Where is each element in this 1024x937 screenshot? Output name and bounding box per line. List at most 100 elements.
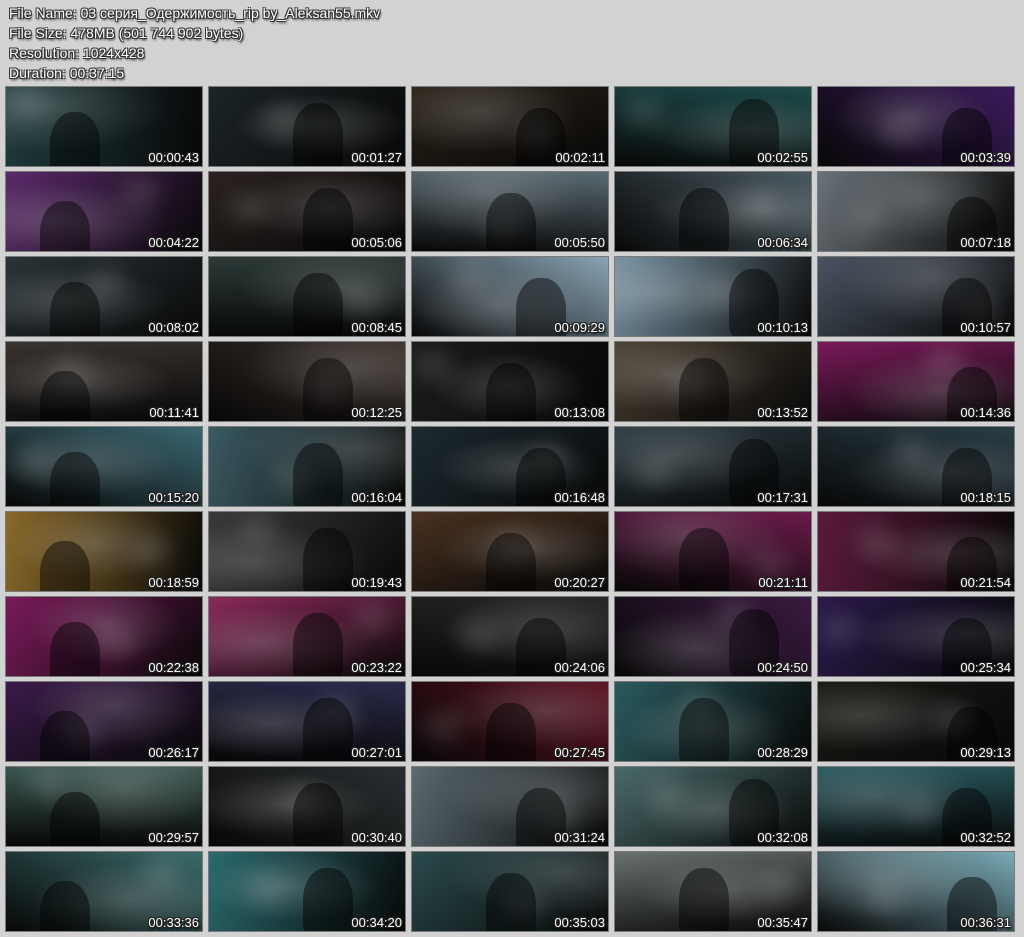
thumbnail-frame: 00:29:57: [5, 766, 203, 847]
thumbnail-figure: [486, 703, 536, 761]
thumbnail-frame: 00:06:34: [614, 171, 812, 252]
thumbnail-timestamp: 00:34:20: [351, 915, 402, 930]
thumbnail-figure: [293, 443, 343, 506]
thumbnail-timestamp: 00:05:50: [554, 235, 605, 250]
thumbnail-figure: [293, 783, 343, 846]
thumbnail-figure: [679, 528, 729, 591]
thumbnail-frame: 00:25:34: [817, 596, 1015, 677]
thumbnail-frame: 00:07:18: [817, 171, 1015, 252]
thumbnail-frame: 00:15:20: [5, 426, 203, 507]
thumbnail-light: [131, 537, 171, 567]
thumbnail-figure: [486, 533, 536, 591]
thumbnail-light: [749, 548, 789, 578]
thumbnail-frame: 00:31:24: [411, 766, 609, 847]
thumbnail-frame: 00:09:29: [411, 256, 609, 337]
thumbnail-figure: [679, 188, 729, 251]
thumbnail-timestamp: 00:29:13: [960, 745, 1011, 760]
thumbnail-figure: [40, 881, 90, 931]
thumbnail-light: [880, 115, 920, 145]
thumbnail-timestamp: 00:03:39: [960, 150, 1011, 165]
thumbnail-figure: [40, 711, 90, 761]
thumbnail-frame: 00:17:31: [614, 426, 812, 507]
thumbnail-timestamp: 00:02:11: [555, 150, 605, 165]
thumbnail-timestamp: 00:16:04: [351, 490, 402, 505]
thumbnail-figure: [293, 103, 343, 166]
thumbnail-light: [6, 87, 46, 117]
thumbnail-frame: 00:32:52: [817, 766, 1015, 847]
thumbnail-figure: [50, 452, 100, 506]
thumbnail-timestamp: 00:00:43: [148, 150, 199, 165]
thumbnail-frame: 00:28:29: [614, 681, 812, 762]
thumbnail-timestamp: 00:06:34: [757, 235, 808, 250]
thumbnail-frame: 00:05:06: [208, 171, 406, 252]
thumbnail-timestamp: 00:26:17: [148, 745, 199, 760]
thumbnail-frame: 00:10:57: [817, 256, 1015, 337]
thumbnail-frame: 00:14:36: [817, 341, 1015, 422]
thumbnail-frame: 00:34:20: [208, 851, 406, 932]
thumbnail-figure: [303, 698, 353, 761]
duration-text: Duration: 00:37:15: [9, 65, 125, 81]
thumbnail-figure: [50, 792, 100, 846]
thumbnail-figure: [303, 868, 353, 931]
thumbnail-timestamp: 00:24:50: [757, 660, 808, 675]
thumbnail-frame: 00:12:25: [208, 341, 406, 422]
thumbnail-figure: [679, 868, 729, 931]
thumbnail-light: [423, 711, 463, 741]
thumbnail-timestamp: 00:15:20: [148, 490, 199, 505]
thumbnail-frame: 00:35:03: [411, 851, 609, 932]
thumbnail-timestamp: 00:09:29: [554, 320, 605, 335]
thumbnail-timestamp: 00:01:27: [351, 150, 402, 165]
thumbnail-timestamp: 00:27:45: [554, 745, 605, 760]
thumbnail-frame: 00:21:11: [614, 511, 812, 592]
thumbnail-timestamp: 00:29:57: [148, 830, 199, 845]
thumbnail-frame: 00:30:40: [208, 766, 406, 847]
thumbnail-light: [413, 351, 453, 381]
thumbnail-frame: 00:04:22: [5, 171, 203, 252]
thumbnail-frame: 00:29:13: [817, 681, 1015, 762]
thumbnail-timestamp: 00:32:08: [757, 830, 808, 845]
thumbnail-frame: 00:16:04: [208, 426, 406, 507]
thumbnail-light: [855, 525, 895, 555]
thumbnail-figure: [50, 282, 100, 336]
thumbnail-figure: [303, 188, 353, 251]
thumbnail-light: [448, 261, 488, 291]
thumbnail-timestamp: 00:05:06: [351, 235, 402, 250]
thumbnail-light: [96, 627, 136, 657]
thumbnail-timestamp: 00:10:57: [960, 320, 1011, 335]
thumbnail-figure: [293, 613, 343, 676]
thumbnail-frame: 00:26:17: [5, 681, 203, 762]
thumbnail-figure: [486, 873, 536, 931]
thumbnail-timestamp: 00:35:03: [554, 915, 605, 930]
thumbnail-frame: 00:24:50: [614, 596, 812, 677]
thumbnail-timestamp: 00:24:06: [554, 660, 605, 675]
thumbnail-light: [845, 205, 885, 235]
thumbnail-frame: 00:08:02: [5, 256, 203, 337]
thumbnail-timestamp: 00:13:08: [554, 405, 605, 420]
thumbnail-frame: 00:36:31: [817, 851, 1015, 932]
file-info-header: File Name: 03 серия_Одержимость_rip by_A…: [9, 3, 380, 83]
thumbnail-frame: 00:00:43: [5, 86, 203, 167]
thumbnail-timestamp: 00:19:43: [351, 575, 402, 590]
file-size-text: File Size: 478MB (501 744 902 bytes): [9, 25, 244, 41]
thumbnail-timestamp: 00:08:45: [351, 320, 402, 335]
thumbnail-grid: 00:00:43 00:01:27 00:02:11 00:02:55 00:03:39…: [5, 86, 1015, 932]
thumbnail-frame: 00:03:39: [817, 86, 1015, 167]
resolution-text: Resolution: 1024x428: [9, 45, 145, 61]
thumbnail-figure: [293, 273, 343, 336]
thumbnail-timestamp: 00:20:27: [554, 575, 605, 590]
thumbnail-light: [820, 615, 860, 645]
thumbnail-light: [644, 778, 684, 808]
thumbnail-timestamp: 00:23:22: [351, 660, 402, 675]
thumbnail-frame: 00:11:41: [5, 341, 203, 422]
thumbnail-timestamp: 00:12:25: [351, 405, 402, 420]
thumbnail-light: [634, 458, 674, 488]
thumbnail-frame: 00:21:54: [817, 511, 1015, 592]
thumbnail-timestamp: 00:22:38: [148, 660, 199, 675]
thumbnail-timestamp: 00:02:55: [757, 150, 808, 165]
thumbnail-light: [759, 868, 799, 898]
thumbnail-timestamp: 00:32:52: [960, 830, 1011, 845]
thumbnail-light: [26, 767, 66, 797]
thumbnail-light: [16, 447, 56, 477]
thumbnail-timestamp: 00:04:22: [148, 235, 199, 250]
thumbnail-timestamp: 00:21:11: [758, 575, 808, 590]
